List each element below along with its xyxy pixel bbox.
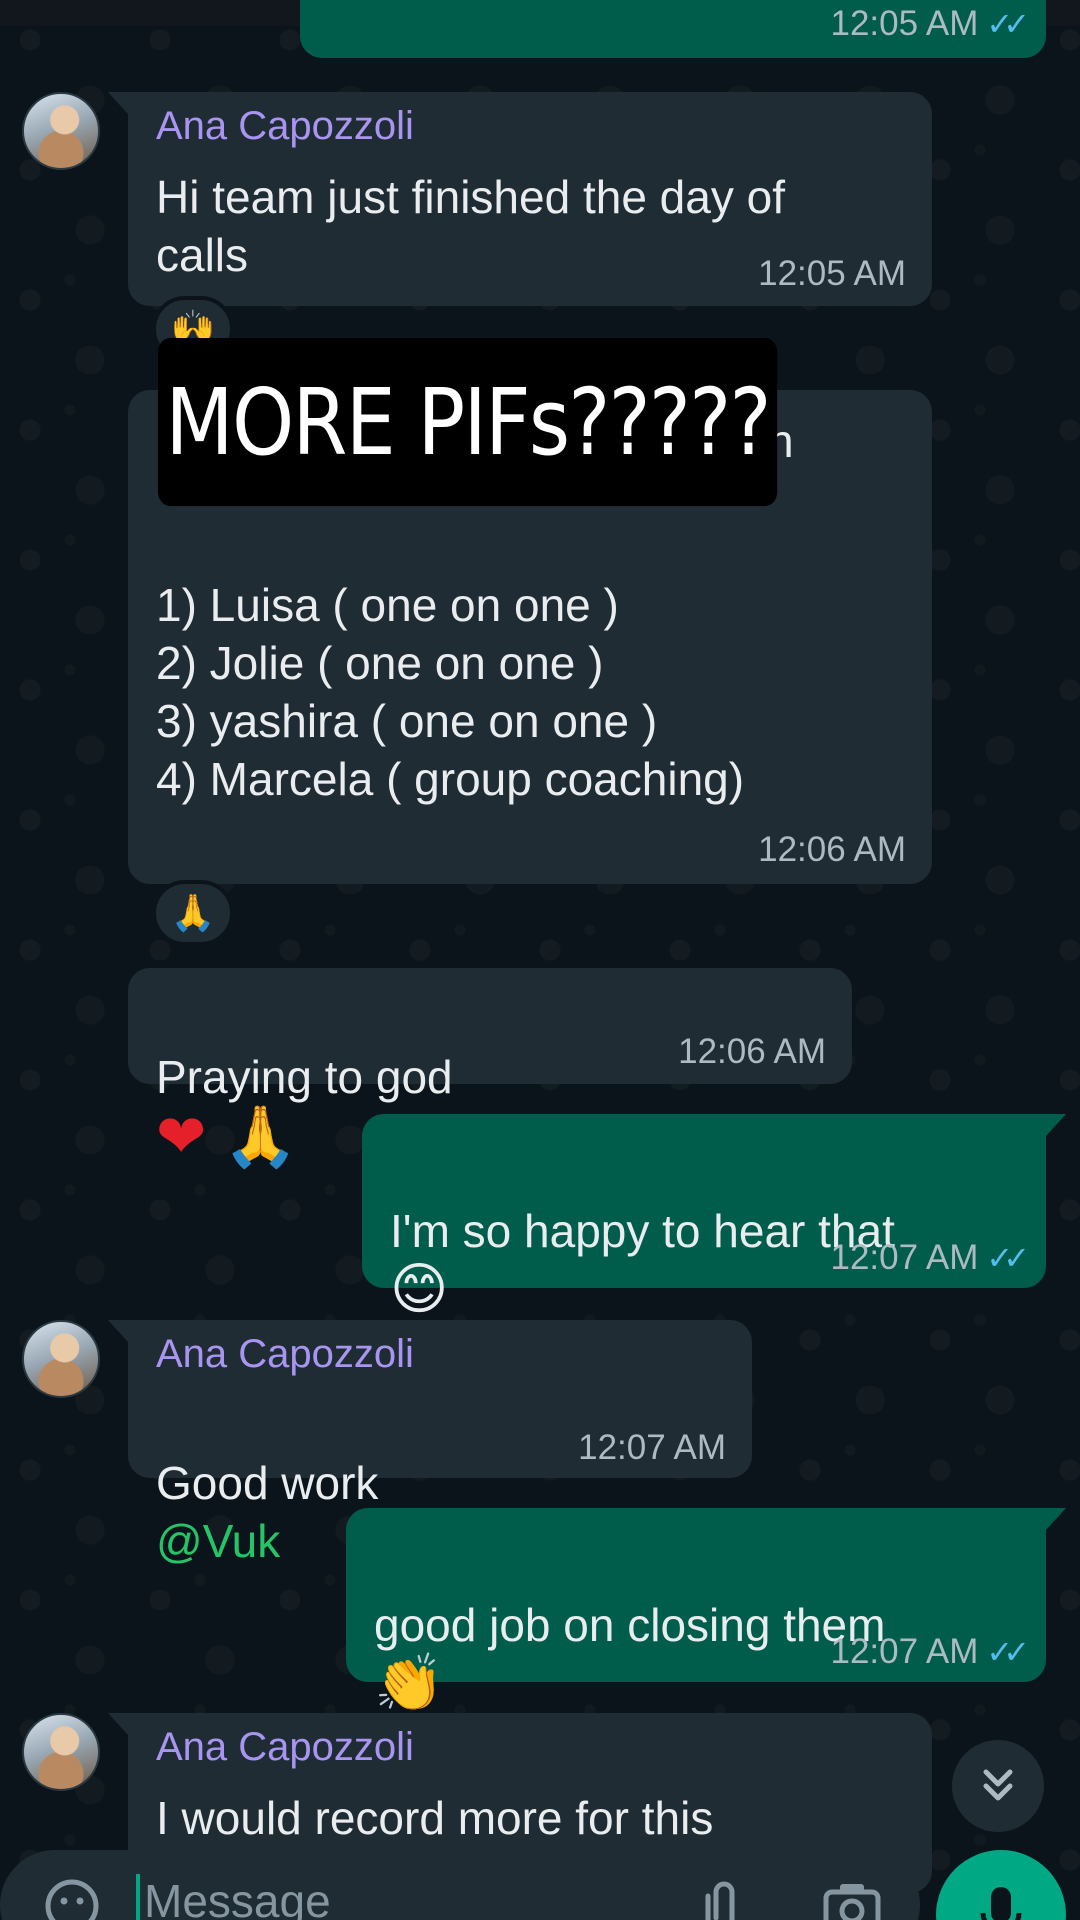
message-text: good job on closing them 👏 bbox=[374, 1599, 886, 1714]
camera-icon[interactable] bbox=[822, 1880, 882, 1920]
smiling-face-emoji: 😊 bbox=[390, 1257, 449, 1320]
paperclip-icon[interactable] bbox=[700, 1878, 748, 1920]
message-composer[interactable]: Message bbox=[0, 1850, 920, 1920]
message-text: I'm so happy to hear that 😊 bbox=[390, 1205, 895, 1320]
message-bubble-outgoing[interactable]: I'm so happy to hear that 😊 12:07 AM ✓✓ bbox=[362, 1114, 1066, 1318]
mic-icon bbox=[980, 1887, 1022, 1920]
message-bubble-incoming[interactable]: Praying to god ❤ 🙏 12:06 AM bbox=[128, 968, 852, 1167]
message-text: Hi team just finished the day of calls bbox=[156, 171, 785, 281]
message-list: 1) Luisa ( one on one ) 2) Jolie ( one o… bbox=[156, 579, 745, 805]
message-bubble-incoming[interactable]: Ana Capozzoli Hi team just finished the … bbox=[108, 92, 932, 306]
read-receipt-icon: ✓✓ bbox=[986, 1240, 1030, 1276]
avatar[interactable] bbox=[22, 92, 100, 170]
message-time: 12:06 AM bbox=[758, 830, 906, 869]
message-time: 12:05 AM bbox=[758, 254, 906, 293]
message-input[interactable]: Message bbox=[136, 1874, 331, 1920]
avatar[interactable] bbox=[22, 1320, 100, 1398]
message-time: 12:07 AM ✓✓ bbox=[830, 1632, 1030, 1671]
message-text: I would record more for this bbox=[156, 1792, 714, 1844]
sender-name[interactable]: Ana Capozzoli bbox=[156, 104, 414, 149]
chevron-double-down-icon bbox=[983, 1769, 1013, 1801]
clapping-hands-emoji: 👏 bbox=[374, 1651, 444, 1714]
message-bubble-outgoing[interactable]: good job on closing them 👏 12:07 AM ✓✓ bbox=[346, 1508, 1066, 1712]
message-time: 12:07 AM bbox=[578, 1428, 726, 1467]
sender-name[interactable]: Ana Capozzoli bbox=[156, 1332, 414, 1377]
avatar[interactable] bbox=[22, 1713, 100, 1791]
read-receipt-icon: ✓✓ bbox=[986, 1634, 1030, 1670]
read-receipt-icon: ✓✓ bbox=[986, 6, 1030, 42]
message-bubble-outgoing[interactable]: 12:05 AM ✓✓ bbox=[300, 0, 1046, 58]
heart-praying-emoji: ❤ 🙏 bbox=[156, 1103, 298, 1170]
scroll-to-bottom-button[interactable] bbox=[952, 1740, 1044, 1832]
message-time: 12:05 AM ✓✓ bbox=[830, 4, 1030, 43]
mention-link[interactable]: @Vuk bbox=[156, 1515, 280, 1567]
praying-hands-icon: 🙏 bbox=[170, 892, 216, 933]
emoji-icon[interactable] bbox=[44, 1878, 100, 1920]
message-time: 12:07 AM ✓✓ bbox=[830, 1238, 1030, 1277]
message-time: 12:06 AM bbox=[678, 1032, 826, 1071]
reaction-badge[interactable]: 🙏 bbox=[152, 880, 234, 946]
sender-name[interactable]: Ana Capozzoli bbox=[156, 1725, 414, 1770]
message-bubble-incoming[interactable]: Ana Capozzoli Good work @Vuk 12:07 AM bbox=[108, 1320, 752, 1567]
story-text-overlay: MORE PIFs????? bbox=[158, 338, 778, 506]
